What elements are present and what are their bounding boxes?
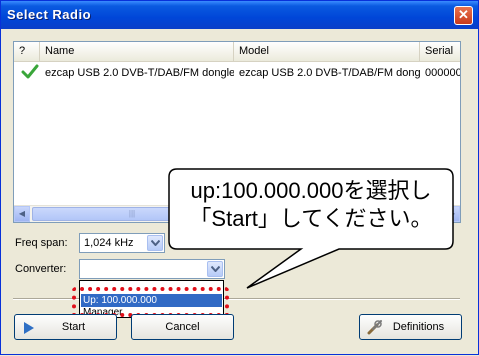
- select-radio-window: Select Radio ✕ ? Name Model Serial ezcap…: [0, 0, 479, 355]
- definitions-button[interactable]: Definitions: [359, 314, 462, 340]
- dropdown-arrow-icon[interactable]: [147, 235, 163, 251]
- callout-line-2: 「Start」してください。: [189, 206, 433, 231]
- dropdown-arrow-icon[interactable]: [207, 261, 223, 277]
- freq-span-value: 1,024 kHz: [84, 237, 134, 249]
- highlight-ring: [72, 287, 229, 317]
- wrench-screwdriver-icon: [367, 320, 382, 335]
- start-button[interactable]: Start: [14, 314, 117, 340]
- callout-text: up:100.000.000を選択し 「Start」してください。: [173, 177, 449, 233]
- freq-span-select[interactable]: 1,024 kHz: [79, 233, 165, 253]
- cancel-button-label: Cancel: [165, 321, 200, 333]
- callout-line-1: up:100.000.000を選択し: [190, 178, 432, 203]
- play-icon: [24, 322, 34, 334]
- cancel-button[interactable]: Cancel: [131, 314, 234, 340]
- freq-span-label: Freq span:: [15, 237, 68, 249]
- start-button-label: Start: [61, 321, 86, 333]
- definitions-button-label: Definitions: [392, 321, 445, 333]
- converter-select[interactable]: [79, 259, 225, 279]
- converter-label: Converter:: [15, 263, 67, 275]
